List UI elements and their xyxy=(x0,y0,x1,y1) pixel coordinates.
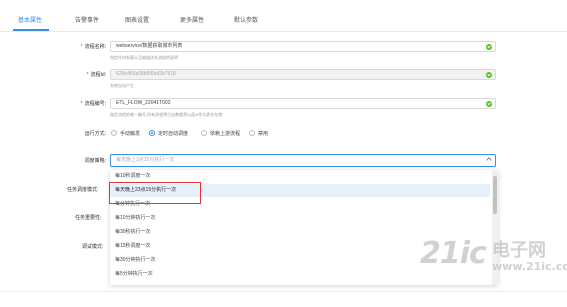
run-mode-label: 运行方式: xyxy=(84,131,106,137)
required-mark: * xyxy=(80,101,83,107)
flow-id-input: 629e465a08bf56bd2b7518 xyxy=(110,69,496,80)
flow-name-label: * 流程名称: xyxy=(80,44,106,50)
dropdown-option[interactable]: 每10分钟执行一次 xyxy=(110,212,490,225)
task-schedule-mode-label: 任务调度模式: xyxy=(67,187,99,193)
tab-defaults[interactable]: 默认参数 xyxy=(234,15,258,24)
required-mark: * xyxy=(80,44,83,50)
flow-id-value: 629e465a08bf56bd2b7518 xyxy=(116,71,176,77)
task-importance-label: 任务重要性: xyxy=(75,215,102,221)
flow-code-value: ETL_FLOW_22041T002 xyxy=(116,100,171,106)
run-mode-radio-group: 手动触发 定时自动调度 依赖上游流程 禁用 xyxy=(111,129,311,137)
radio-dot xyxy=(249,130,255,136)
radio-scheduled[interactable]: 定时自动调度 xyxy=(149,129,188,137)
annotation-highlight-box xyxy=(109,182,201,204)
check-icon xyxy=(486,72,492,78)
radio-upstream[interactable]: 依赖上游流程 xyxy=(201,129,240,137)
flow-name-value: webservice/数据获取城市列表 xyxy=(116,43,183,49)
flow-id-hint: 系统自动产生 xyxy=(110,83,134,88)
watermark-main: 21ic xyxy=(420,236,487,271)
check-icon xyxy=(486,44,492,50)
flow-id-label: * 流程Id: xyxy=(86,72,106,78)
watermark-url: www.21ic.com xyxy=(492,260,567,273)
radio-dot xyxy=(111,130,117,136)
chevron-up-icon[interactable] xyxy=(486,157,492,163)
check-icon xyxy=(486,101,492,107)
required-mark: * xyxy=(86,72,89,78)
debug-mode-label: 调试模式: xyxy=(82,244,104,250)
flow-code-label: * 流程编号: xyxy=(80,101,106,107)
watermark-logo: 21ic 电子网 www.21ic.com xyxy=(420,236,567,273)
flow-code-input[interactable]: ETL_FLOW_22041T002 xyxy=(110,98,496,109)
tab-more[interactable]: 更多属性 xyxy=(180,15,204,24)
watermark-cn: 电子网 xyxy=(492,240,546,261)
tab-bar: 基本属性 告警事件 图表设置 更多属性 默认参数 xyxy=(0,0,567,32)
schedule-select[interactable]: 每天晚上2点15分执行一次 xyxy=(110,154,496,167)
radio-label: 定时自动调度 xyxy=(158,130,189,137)
radio-manual[interactable]: 手动触发 xyxy=(111,129,140,137)
radio-dot-selected xyxy=(149,130,155,136)
tab-alarm[interactable]: 告警事件 xyxy=(75,15,99,24)
radio-label: 依赖上游流程 xyxy=(210,130,241,137)
scrollbar-thumb[interactable] xyxy=(493,176,497,214)
radio-label: 手动触发 xyxy=(120,130,141,137)
flow-name-input[interactable]: webservice/数据获取城市列表 xyxy=(110,41,496,52)
schedule-placeholder: 每天晚上2点15分执行一次 xyxy=(116,157,175,163)
tab-chart[interactable]: 图表设置 xyxy=(125,15,149,24)
radio-dot xyxy=(201,130,207,136)
active-tab-indicator xyxy=(13,29,49,31)
schedule-label: 调度策略: xyxy=(84,158,106,164)
radio-disabled[interactable]: 禁用 xyxy=(249,129,268,137)
flow-name-hint: 指定任何有意义且能描述本流程的说明 xyxy=(110,55,178,60)
tab-basic[interactable]: 基本属性 xyxy=(18,15,42,24)
flow-code-hint: 指定流程的唯一编号,所有流程将日志数据将以此id作为表名存储 xyxy=(110,112,223,117)
radio-label: 禁用 xyxy=(258,130,269,137)
bottom-bar xyxy=(0,291,567,307)
